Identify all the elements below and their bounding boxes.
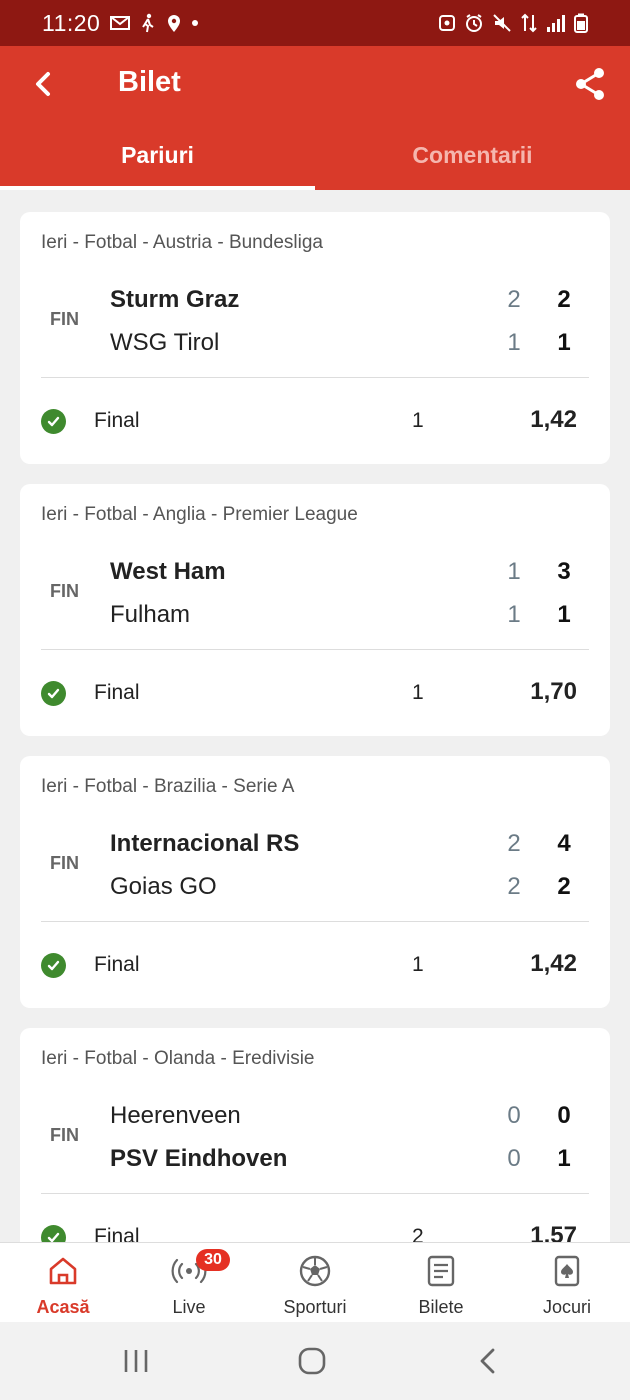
notification-dot-icon [192,20,199,26]
soccer-ball-icon [299,1255,331,1287]
check-icon [41,409,66,434]
page-title: Bilet [118,66,181,98]
nav-item-tickets[interactable]: Bilete [378,1243,504,1322]
pick-value: 1 [412,953,424,976]
match-status: FIN [50,853,79,873]
live-count-badge: 30 [196,1249,230,1271]
away-final-score: 2 [557,873,571,900]
ticket-list-icon [427,1255,455,1287]
nav-item-home[interactable]: Acasă [0,1243,126,1322]
share-icon[interactable] [572,66,608,102]
home-final-score: 4 [557,830,571,857]
odds-value: 1,70 [530,678,577,705]
divider [41,649,589,650]
app-bar: Bilet Pariuri Comentarii [0,46,630,190]
nav-item-games[interactable]: Jocuri [504,1243,630,1322]
tab-pariuri[interactable]: Pariuri [0,132,315,190]
divider [41,377,589,378]
nav-label: Live [172,1297,206,1317]
bet-card[interactable]: Ieri - Fotbal - Brazilia - Serie A FIN I… [20,756,610,1008]
home-halftime-score: 2 [507,830,521,857]
odds-value: 1,42 [530,950,577,977]
nav-item-live[interactable]: 30 Live [126,1243,252,1322]
league-label: Ieri - Fotbal - Brazilia - Serie A [41,776,295,797]
check-icon [41,953,66,978]
away-halftime-score: 1 [507,329,521,356]
bet-card[interactable]: Ieri - Fotbal - Austria - Bundesliga FIN… [20,212,610,464]
odds-value: 1,57 [530,1222,577,1242]
market-label: Final [94,681,140,704]
check-icon [41,681,66,706]
walking-icon [142,13,154,33]
away-team: WSG Tirol [110,329,220,356]
market-label: Final [94,409,140,432]
away-final-score: 1 [557,601,571,628]
gmail-icon [110,16,131,30]
back-arrow-icon[interactable] [26,66,62,102]
home-team: Internacional RS [110,830,300,857]
divider [41,921,589,922]
match-status: FIN [50,309,79,329]
odds-value: 1,42 [530,406,577,433]
status-time: 11:20 [42,9,101,36]
check-icon [41,1225,66,1242]
location-icon [168,15,181,32]
match-status: FIN [50,581,79,601]
home-team: Sturm Graz [110,286,240,313]
home-halftime-score: 0 [507,1102,521,1129]
mute-icon [493,14,511,32]
bet-card[interactable]: Ieri - Fotbal - Anglia - Premier League … [20,484,610,736]
league-label: Ieri - Fotbal - Olanda - Eredivisie [41,1048,315,1069]
recent-apps-icon[interactable] [119,1344,153,1378]
league-label: Ieri - Fotbal - Austria - Bundesliga [41,232,323,253]
home-button-icon[interactable] [295,1344,329,1378]
home-halftime-score: 1 [507,558,521,585]
bottom-nav: Acasă 30 Live Sporturi Bilete Jocuri [0,1242,630,1322]
nav-label: Jocuri [542,1297,591,1317]
market-label: Final [94,1225,140,1242]
home-team: Heerenveen [110,1102,241,1129]
match-status: FIN [50,1125,79,1145]
away-team: Goias GO [110,873,217,900]
cards-icon [554,1255,580,1287]
tab-comentarii[interactable]: Comentarii [315,132,630,190]
alarm-icon [466,14,482,32]
nav-label: Sporturi [283,1297,347,1317]
home-final-score: 2 [557,286,571,313]
home-final-score: 0 [557,1102,571,1129]
home-team: West Ham [110,558,226,585]
home-icon [49,1257,77,1285]
status-bar: 11:20 [0,0,630,46]
pick-value: 1 [412,409,424,432]
away-team: PSV Eindhoven [110,1145,288,1172]
bet-card[interactable]: Ieri - Fotbal - Olanda - Eredivisie FIN … [20,1028,610,1242]
data-transfer-icon [521,13,537,33]
away-halftime-score: 2 [507,873,521,900]
nav-item-sports[interactable]: Sporturi [252,1243,378,1322]
nfc-icon [439,15,455,31]
away-halftime-score: 1 [507,601,521,628]
divider [41,1193,589,1194]
away-final-score: 1 [557,1145,571,1172]
home-final-score: 3 [557,558,571,585]
away-final-score: 1 [557,329,571,356]
back-button-icon[interactable] [472,1344,506,1378]
bet-list[interactable]: Ieri - Fotbal - Austria - Bundesliga FIN… [0,190,630,1242]
nav-label: Acasă [36,1297,90,1317]
pick-value: 1 [412,681,424,704]
battery-icon [574,13,588,33]
away-team: Fulham [110,601,191,628]
league-label: Ieri - Fotbal - Anglia - Premier League [41,504,358,525]
nav-label: Bilete [418,1297,464,1317]
market-label: Final [94,953,140,976]
system-nav-bar [0,1322,630,1400]
away-halftime-score: 0 [507,1145,521,1172]
home-halftime-score: 2 [507,286,521,313]
signal-icon [547,15,565,32]
tab-bar: Pariuri Comentarii [0,132,630,190]
pick-value: 2 [412,1225,424,1242]
